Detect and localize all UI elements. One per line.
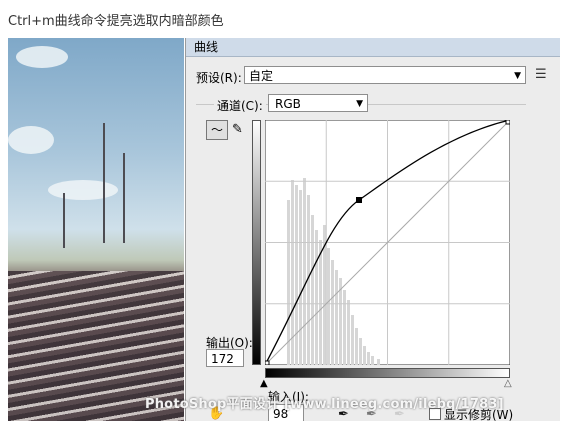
curve-endpoint-bottom [265,360,270,365]
channel-select[interactable]: RGB ▼ [268,94,368,112]
black-point-slider[interactable]: ▲ [260,379,268,389]
curve-tool-icon[interactable]: 〜 [206,120,228,140]
curve-endpoint-top [505,120,510,125]
channel-value: RGB [275,97,301,111]
output-field[interactable]: 172 [206,349,244,367]
curve-control-point [356,197,362,203]
input-gradient-bar [265,368,510,378]
channel-label: 通道(C): [214,97,266,114]
curves-dialog: 曲线 预设(R): 自定 ▼ ☰ 通道(C): RGB ▼ 〜 ✎ ▲ △ 输出… [185,38,560,421]
white-point-slider[interactable]: △ [504,379,512,389]
screenshot-frame: 曲线 预设(R): 自定 ▼ ☰ 通道(C): RGB ▼ 〜 ✎ ▲ △ 输出… [8,38,560,421]
preset-label: 预设(R): [196,71,242,85]
chevron-down-icon: ▼ [514,71,521,81]
pencil-icon[interactable]: ✎ [232,122,243,137]
watermark: PhotoShop平面设计 [www.lineeg.com/ilebq/1783… [145,397,504,412]
chevron-down-icon: ▼ [356,99,363,109]
curve-graph[interactable] [265,120,510,365]
background-photo [8,38,184,421]
preset-value: 自定 [249,69,274,83]
dialog-title: 曲线 [186,38,560,57]
list-menu-icon[interactable]: ☰ [535,67,547,82]
page-caption: Ctrl+m曲线命令提亮选取内暗部颜色 [8,14,224,29]
output-gradient-bar [252,120,261,365]
preset-select[interactable]: 自定 ▼ [244,66,526,84]
